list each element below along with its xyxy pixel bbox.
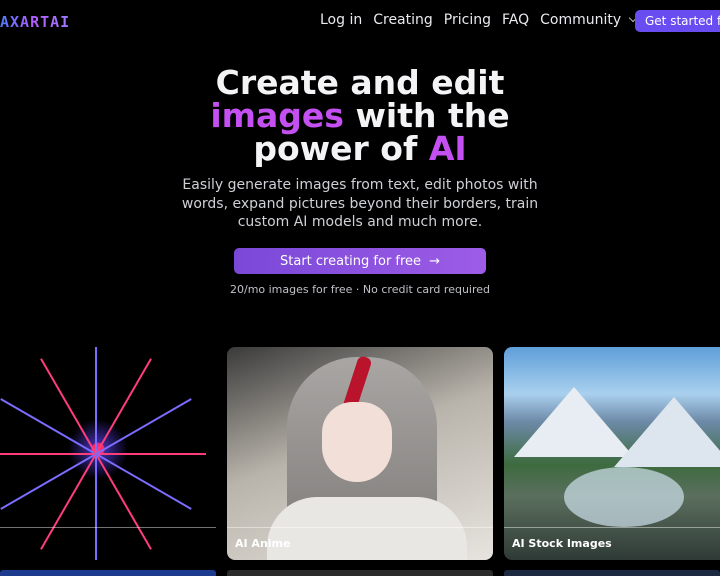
mountain-shape	[614, 397, 720, 467]
decorative-ray	[95, 347, 97, 454]
nav-community[interactable]: Community	[540, 12, 638, 28]
logo[interactable]: AXARTAI	[0, 13, 70, 31]
decorative-ray	[0, 453, 97, 510]
hero-title: Create and edit images with the power of…	[0, 66, 720, 165]
next-row-card[interactable]	[227, 570, 493, 576]
start-creating-button[interactable]: Start creating for free →	[234, 248, 486, 274]
anime-face	[322, 402, 392, 482]
gallery-card-anime[interactable]: AI Anime	[227, 347, 493, 560]
decorative-ray	[40, 358, 97, 455]
next-row-card[interactable]	[0, 570, 216, 576]
hero-title-accent-ai: AI	[428, 129, 467, 168]
nav-community-label: Community	[540, 12, 622, 28]
next-row-card[interactable]	[504, 570, 720, 576]
decorative-ray	[0, 398, 97, 455]
get-started-button[interactable]: Get started for	[635, 10, 720, 32]
river-shape	[564, 467, 684, 527]
card-label: AI Anime	[235, 537, 291, 550]
hero-title-line3-rest: power of	[253, 129, 429, 168]
decorative-ray	[95, 358, 152, 455]
nav-creating[interactable]: Creating	[373, 12, 433, 28]
cta-note: 20/mo images for free · No credit card r…	[229, 283, 491, 296]
main-nav: Log in Creating Pricing FAQ Community	[320, 12, 638, 28]
arrow-right-icon: →	[429, 253, 440, 269]
logo-text: AXARTAI	[0, 13, 71, 31]
decorative-ray	[0, 453, 96, 455]
nav-pricing[interactable]: Pricing	[444, 12, 491, 28]
start-creating-label: Start creating for free	[280, 253, 422, 269]
gallery-card-stock[interactable]: AI Stock Images	[504, 347, 720, 560]
gallery-card-abstract[interactable]	[0, 347, 216, 560]
decorative-ray	[95, 454, 97, 560]
nav-faq[interactable]: FAQ	[502, 12, 529, 28]
card-divider	[504, 527, 720, 528]
anime-robe	[267, 497, 467, 560]
nav-login[interactable]: Log in	[320, 12, 362, 28]
decorative-ray	[96, 453, 206, 455]
hero-subtitle: Easily generate images from text, edit p…	[181, 177, 539, 230]
card-divider	[227, 527, 493, 528]
site-header: AXARTAI Log in Creating Pricing FAQ Comm…	[0, 0, 720, 44]
card-divider	[0, 527, 216, 528]
card-label: AI Stock Images	[512, 537, 612, 550]
